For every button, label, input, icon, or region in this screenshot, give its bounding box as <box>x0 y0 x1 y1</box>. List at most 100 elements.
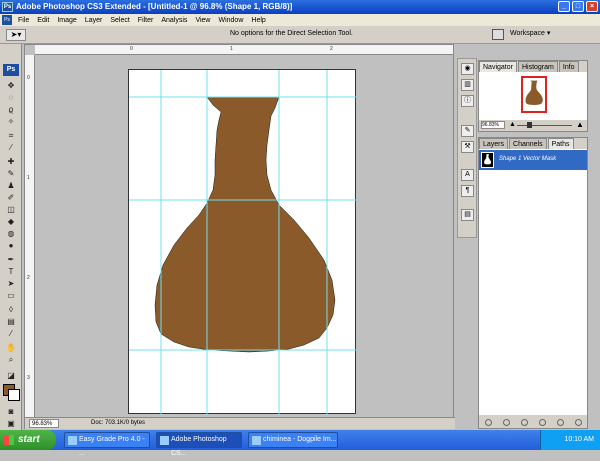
minimize-button[interactable]: _ <box>558 1 570 12</box>
navigator-panel-icon[interactable]: ◉ <box>461 63 474 75</box>
tool-presets-panel-icon[interactable]: ⚒ <box>461 141 474 153</box>
paint-bucket-tool-icon[interactable]: ◆ <box>5 216 17 227</box>
screen-mode-icon[interactable]: ▣ <box>5 418 17 429</box>
tab-layers[interactable]: Layers <box>479 138 509 149</box>
paths-panel: Layers Channels Paths Shape 1 Vector Mas… <box>478 137 588 429</box>
menu-image[interactable]: Image <box>53 17 80 24</box>
ruler-label: 2 <box>330 46 333 52</box>
default-colors-icon[interactable]: ◪ <box>5 370 17 381</box>
start-label: start <box>18 434 40 445</box>
zoom-in-icon[interactable]: ▲ <box>576 120 584 129</box>
history-brush-tool-icon[interactable]: ✐ <box>5 192 17 203</box>
horizontal-ruler: 0 1 2 <box>35 45 453 55</box>
slice-tool-icon[interactable]: ⁄ <box>5 142 17 153</box>
notes-tool-icon[interactable]: ▤ <box>5 316 17 327</box>
direct-selection-tool-icon[interactable]: ➤ <box>5 278 17 289</box>
tool-preset-picker[interactable]: ➤▾ <box>6 29 26 41</box>
load-selection-icon[interactable] <box>520 418 528 426</box>
menu-analysis[interactable]: Analysis <box>157 17 191 24</box>
options-message: No options for the Direct Selection Tool… <box>230 30 353 37</box>
system-tray: 10:10 AM <box>540 430 600 450</box>
document-canvas[interactable] <box>26 46 460 415</box>
clock: 10:10 AM <box>564 436 594 443</box>
menu-view[interactable]: View <box>191 17 214 24</box>
ps-menu-icon[interactable]: Ps <box>2 15 12 25</box>
menu-window[interactable]: Window <box>214 17 247 24</box>
tab-channels[interactable]: Channels <box>509 138 547 149</box>
path-thumbnail-shape <box>483 154 491 165</box>
new-path-icon[interactable] <box>556 418 564 426</box>
magic-wand-tool-icon[interactable]: ✧ <box>5 116 17 127</box>
3d-tool-icon[interactable]: ◊ <box>5 304 17 315</box>
ruler-label: 0 <box>130 46 133 52</box>
menu-layer[interactable]: Layer <box>81 17 107 24</box>
tab-paths[interactable]: Paths <box>547 138 574 149</box>
quick-mask-icon[interactable]: ◙ <box>5 406 17 417</box>
dodge-tool-icon[interactable]: ● <box>5 240 17 251</box>
character-panel-icon[interactable]: A <box>461 169 474 181</box>
stroke-path-icon[interactable] <box>502 418 510 426</box>
toolbox: Ps ✥ ◌ ϱ ✧ ⌗ ⁄ ✚ ✎ ♟ ✐ ◫ ◆ ◍ ● ✒ T ➤ ▭ ◊… <box>0 44 22 430</box>
taskbar-item-easy-grade[interactable]: Easy Grade Pro 4.0 - ... <box>64 432 150 457</box>
actions-panel-icon[interactable]: ▤ <box>461 209 474 221</box>
photoshop-app-icon: Ps <box>2 2 13 12</box>
make-work-path-icon[interactable] <box>538 418 546 426</box>
start-button[interactable]: start <box>0 430 56 450</box>
trash-icon[interactable] <box>574 418 582 426</box>
background-color-swatch[interactable] <box>8 389 20 401</box>
lasso-tool-icon[interactable]: ϱ <box>5 104 17 115</box>
status-bar: 96.83% Doc: 703.1K/0 bytes <box>25 417 455 429</box>
task-label: chiminea - Dogpile Im... <box>263 436 337 443</box>
menu-filter[interactable]: Filter <box>134 17 158 24</box>
title-bar: Ps Adobe Photoshop CS3 Extended - [Untit… <box>0 0 600 14</box>
tab-histogram[interactable]: Histogram <box>517 61 558 72</box>
move-tool-icon[interactable]: ✥ <box>5 80 17 91</box>
menu-file[interactable]: File <box>14 17 33 24</box>
workspace-menu[interactable]: Workspace ▾ <box>510 29 550 37</box>
document-window: 0 1 2 0 1 2 3 96.83% Doc: 703.1K/0 bytes <box>24 44 460 429</box>
path-item[interactable]: Shape 1 Vector Mask <box>479 150 587 170</box>
navigator-zoom-field[interactable]: 96.83% <box>481 121 505 129</box>
pen-tool-icon[interactable]: ✒ <box>5 254 17 265</box>
eraser-tool-icon[interactable]: ◫ <box>5 204 17 215</box>
zoom-level-field[interactable]: 96.83% <box>29 419 59 428</box>
marquee-tool-icon[interactable]: ◌ <box>5 92 17 103</box>
taskbar-item-photoshop[interactable]: Adobe Photoshop CS... <box>156 432 242 457</box>
brushes-panel-icon[interactable]: ✎ <box>461 125 474 137</box>
tab-navigator[interactable]: Navigator <box>479 61 517 72</box>
info-panel-icon[interactable]: ⓘ <box>461 95 474 107</box>
navigator-view-box[interactable] <box>521 76 547 113</box>
options-bar: ➤▾ No options for the Direct Selection T… <box>0 26 600 44</box>
healing-brush-tool-icon[interactable]: ✚ <box>5 156 17 167</box>
vase-shape <box>154 96 336 353</box>
menu-help[interactable]: Help <box>247 17 269 24</box>
vase-shape-artwork[interactable] <box>26 46 460 415</box>
zoom-slider-track[interactable] <box>517 125 572 126</box>
maximize-button[interactable]: □ <box>572 1 584 12</box>
taskbar-item-dogpile[interactable]: chiminea - Dogpile Im... <box>248 432 338 448</box>
zoom-out-icon[interactable]: ▲ <box>509 121 516 128</box>
tab-info[interactable]: Info <box>558 61 579 72</box>
fill-path-icon[interactable] <box>484 418 492 426</box>
brush-tool-icon[interactable]: ✎ <box>5 168 17 179</box>
window-title: Adobe Photoshop CS3 Extended - [Untitled… <box>16 2 293 11</box>
zoom-slider-thumb[interactable] <box>527 122 532 128</box>
document-info[interactable]: Doc: 703.1K/0 bytes <box>91 420 145 426</box>
shape-tool-icon[interactable]: ▭ <box>5 290 17 301</box>
paragraph-panel-icon[interactable]: ¶ <box>461 185 474 197</box>
menu-edit[interactable]: Edit <box>33 17 53 24</box>
histogram-panel-icon[interactable]: ▥ <box>461 79 474 91</box>
clone-stamp-tool-icon[interactable]: ♟ <box>5 180 17 191</box>
menu-select[interactable]: Select <box>106 17 133 24</box>
collapsed-panel-strip: ◉ ▥ ⓘ ✎ ⚒ A ¶ ▤ <box>457 58 477 238</box>
crop-tool-icon[interactable]: ⌗ <box>5 130 17 141</box>
close-button[interactable]: × <box>586 1 598 12</box>
workspace-icon[interactable] <box>492 29 504 40</box>
type-tool-icon[interactable]: T <box>5 266 17 277</box>
eyedropper-tool-icon[interactable]: ⁄ <box>5 328 17 339</box>
hand-tool-icon[interactable]: ✋ <box>5 342 17 353</box>
ruler-label: 1 <box>27 175 30 181</box>
blur-tool-icon[interactable]: ◍ <box>5 228 17 239</box>
photoshop-icon <box>160 436 169 445</box>
zoom-tool-icon[interactable]: ⌕ <box>5 354 17 365</box>
